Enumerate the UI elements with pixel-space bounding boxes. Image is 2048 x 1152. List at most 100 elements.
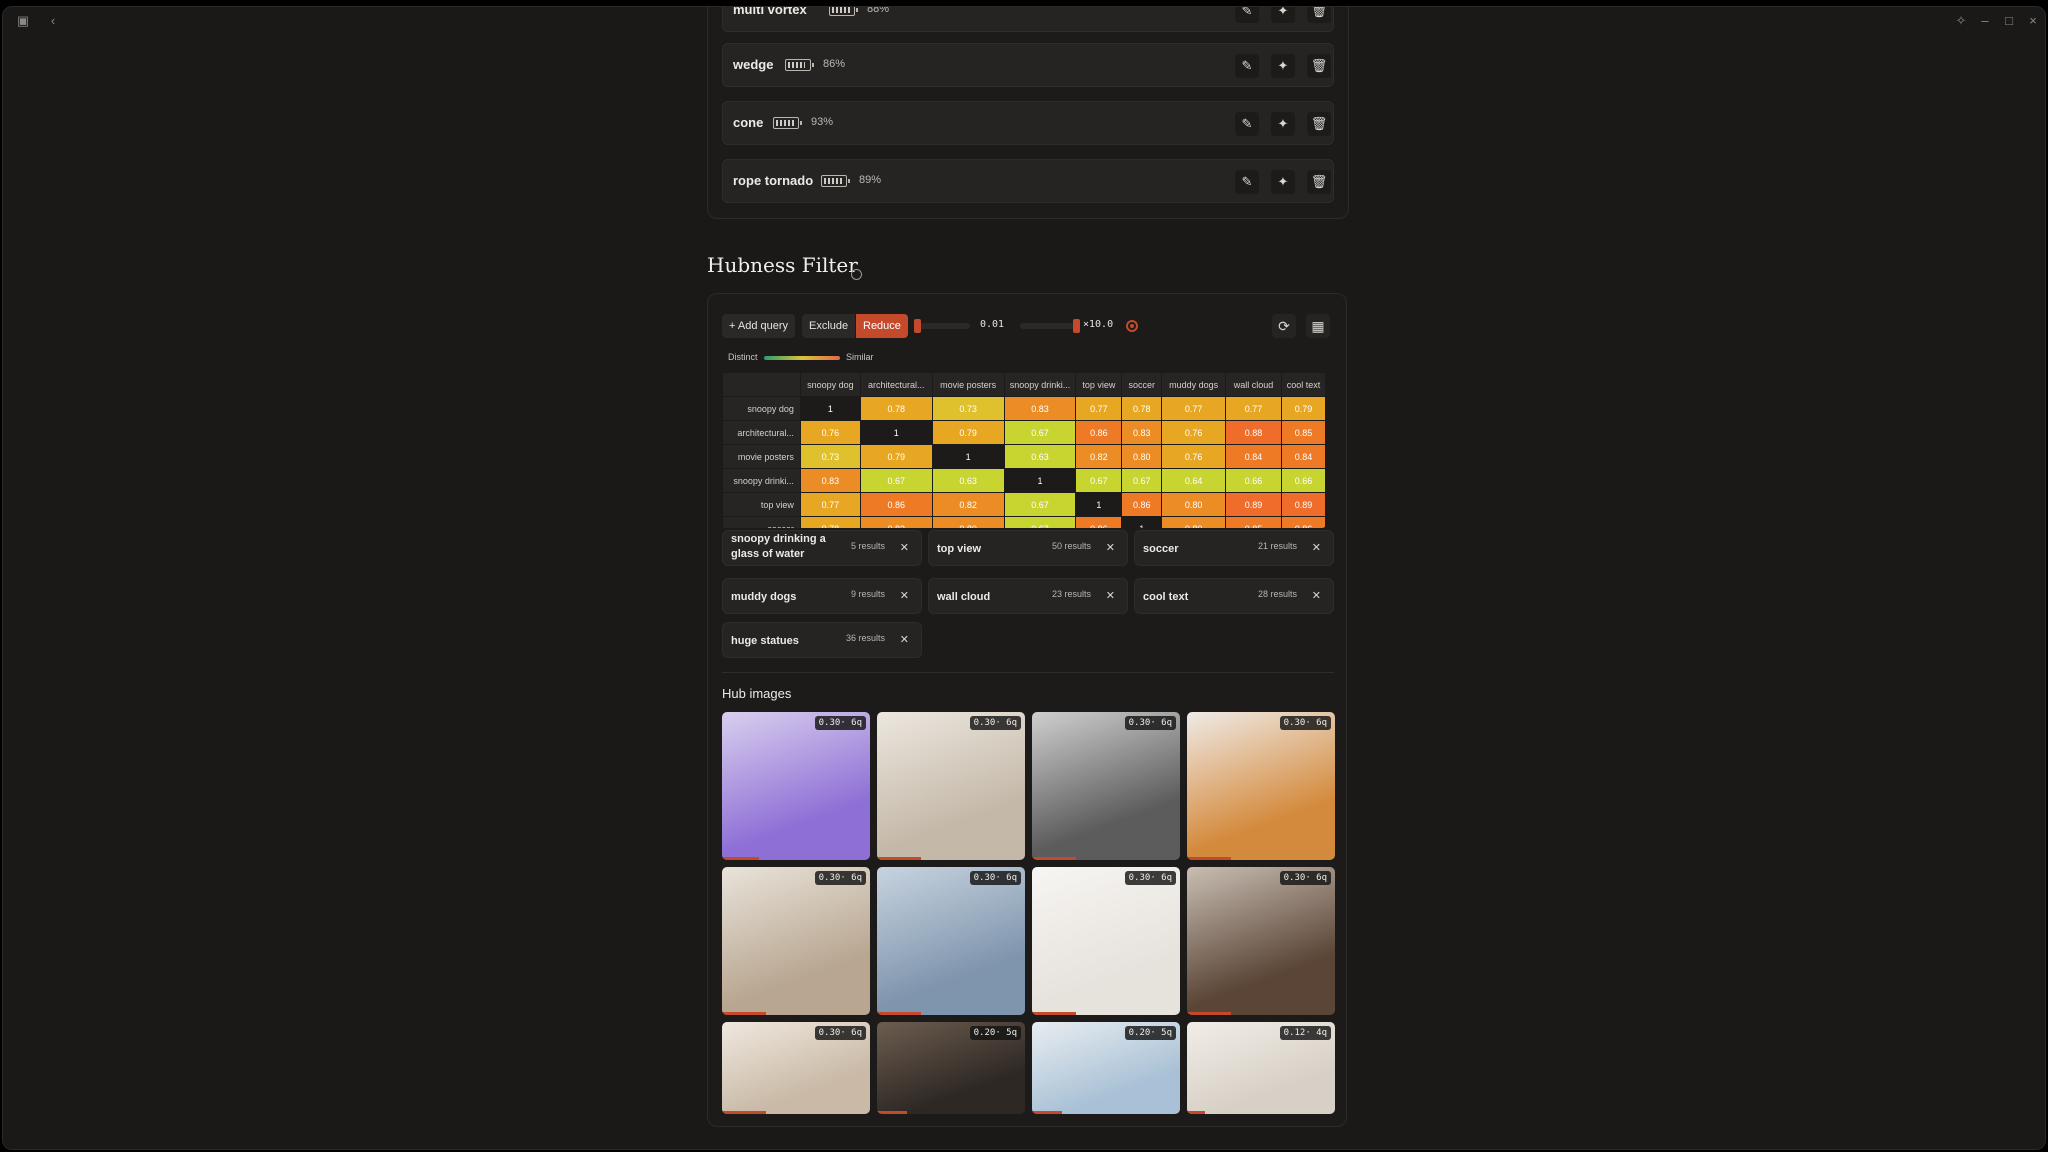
matrix-cell[interactable]: 1 <box>859 420 933 445</box>
edit-icon[interactable]: ✎ <box>1235 7 1259 23</box>
microwave-image[interactable]: 0.30· 6q <box>1032 712 1180 860</box>
matrix-cell[interactable]: 0.67 <box>1121 468 1163 493</box>
matrix-cell[interactable]: 0.80 <box>1121 444 1163 469</box>
threshold-slider[interactable] <box>914 323 970 329</box>
threshold-slider-thumb[interactable] <box>914 319 921 333</box>
matrix-cell[interactable]: 0.86 <box>1280 516 1326 528</box>
query-tag[interactable]: muddy dogs 9 results ✕ <box>722 578 922 614</box>
table-view-icon[interactable]: ▦ <box>1306 314 1330 338</box>
matrix-cell[interactable]: 0.67 <box>1003 492 1077 517</box>
statue-of-liberty-image[interactable]: 0.30· 6q <box>877 867 1025 1015</box>
matrix-cell[interactable]: 1 <box>799 396 861 421</box>
matrix-cell[interactable]: 0.82 <box>1075 444 1123 469</box>
matrix-cell[interactable]: 0.67 <box>1003 516 1077 528</box>
matrix-cell[interactable]: 0.83 <box>859 516 933 528</box>
matrix-cell[interactable]: 0.89 <box>1225 492 1282 517</box>
pin-icon[interactable]: ✦ <box>1271 170 1295 194</box>
remove-query-icon[interactable]: ✕ <box>1312 541 1321 554</box>
matrix-cell[interactable]: 0.80 <box>1161 492 1227 517</box>
refresh-icon[interactable]: ⟳ <box>1272 314 1296 338</box>
matrix-cell[interactable]: 0.73 <box>799 444 861 469</box>
matrix-cell[interactable]: 0.79 <box>931 420 1005 445</box>
pin-icon[interactable]: ✦ <box>1271 112 1295 136</box>
trash-icon[interactable]: 🗑 <box>1307 112 1331 136</box>
matrix-cell[interactable]: 0.67 <box>1003 420 1077 445</box>
dog-on-bed-image[interactable]: 0.12· 4q <box>1187 1022 1335 1114</box>
corgi-image[interactable]: 0.30· 6q <box>1032 867 1180 1015</box>
reduce-button[interactable]: Reduce <box>856 314 908 338</box>
query-tag[interactable]: soccer 21 results ✕ <box>1134 530 1334 566</box>
matrix-cell[interactable]: 0.84 <box>1225 444 1282 469</box>
query-tag[interactable]: cool text 28 results ✕ <box>1134 578 1334 614</box>
matrix-cell[interactable]: 0.78 <box>1121 396 1163 421</box>
matrix-cell[interactable]: 0.80 <box>931 516 1005 528</box>
matrix-cell[interactable]: 1 <box>931 444 1005 469</box>
matrix-cell[interactable]: 0.83 <box>1121 420 1163 445</box>
add-query-button[interactable]: + Add query <box>722 314 796 338</box>
matrix-cell[interactable]: 0.66 <box>1225 468 1282 493</box>
remove-query-icon[interactable]: ✕ <box>900 541 909 554</box>
matrix-cell[interactable]: 0.86 <box>1075 420 1123 445</box>
matrix-cell[interactable]: 0.73 <box>931 396 1005 421</box>
trash-icon[interactable]: 🗑 <box>1307 7 1331 23</box>
matrix-cell[interactable]: 0.85 <box>1225 516 1282 528</box>
matrix-cell[interactable]: 0.88 <box>1225 420 1282 445</box>
trash-icon[interactable]: 🗑 <box>1307 170 1331 194</box>
edit-icon[interactable]: ✎ <box>1235 170 1259 194</box>
matrix-cell[interactable]: 0.77 <box>1075 396 1123 421</box>
matrix-cell[interactable]: 0.89 <box>1280 492 1326 517</box>
pin-icon[interactable]: ✦ <box>1271 7 1295 23</box>
business-men-image[interactable]: 0.20· 5q <box>877 1022 1025 1114</box>
edit-icon[interactable]: ✎ <box>1235 54 1259 78</box>
fox-dog-image[interactable]: 0.30· 6q <box>1187 712 1335 860</box>
remove-query-icon[interactable]: ✕ <box>1106 541 1115 554</box>
remove-query-icon[interactable]: ✕ <box>900 589 909 602</box>
query-tag[interactable]: top view 50 results ✕ <box>928 530 1128 566</box>
matrix-cell[interactable]: 0.67 <box>1075 468 1123 493</box>
matrix-cell[interactable]: 0.67 <box>859 468 933 493</box>
matrix-cell[interactable]: 0.86 <box>859 492 933 517</box>
remove-query-icon[interactable]: ✕ <box>1312 589 1321 602</box>
matrix-cell[interactable]: 0.76 <box>1161 420 1227 445</box>
matrix-cell[interactable]: 1 <box>1003 468 1077 493</box>
matrix-cell[interactable]: 0.76 <box>799 420 861 445</box>
query-tag[interactable]: wall cloud 23 results ✕ <box>928 578 1128 614</box>
matrix-cell[interactable]: 0.63 <box>1003 444 1077 469</box>
matrix-cell[interactable]: 1 <box>1075 492 1123 517</box>
exclude-button[interactable]: Exclude <box>802 314 856 338</box>
matrix-cell[interactable]: 0.63 <box>931 468 1005 493</box>
query-tag[interactable]: snoopy drinking a glass of water 5 result… <box>722 530 922 566</box>
query-tag[interactable]: huge statues 36 results ✕ <box>722 622 922 658</box>
matrix-cell[interactable]: 0.83 <box>1003 396 1077 421</box>
matrix-cell[interactable]: 0.78 <box>859 396 933 421</box>
matrix-cell[interactable]: 0.78 <box>799 516 861 528</box>
matrix-cell[interactable]: 0.86 <box>1121 492 1163 517</box>
pin-icon[interactable]: ✦ <box>1271 54 1295 78</box>
matrix-cell[interactable]: 0.64 <box>1161 468 1227 493</box>
target-icon[interactable] <box>1126 320 1138 332</box>
cat-on-sofa-image[interactable]: 0.30· 6q <box>722 867 870 1015</box>
matrix-cell[interactable]: 0.76 <box>1161 444 1227 469</box>
maine-coon-image[interactable]: 0.30· 6q <box>1187 867 1335 1015</box>
matrix-cell[interactable]: 0.83 <box>799 468 861 493</box>
matrix-cell[interactable]: 0.79 <box>859 444 933 469</box>
matrix-cell[interactable]: 0.77 <box>799 492 861 517</box>
lavender-image[interactable]: 0.30· 6q <box>722 712 870 860</box>
matrix-cell[interactable]: 0.66 <box>1280 468 1326 493</box>
trash-icon[interactable]: 🗑 <box>1307 54 1331 78</box>
matrix-cell[interactable]: 0.79 <box>1280 396 1326 421</box>
matrix-cell[interactable]: 0.84 <box>1280 444 1326 469</box>
multiplier-slider-thumb[interactable] <box>1073 319 1080 333</box>
info-icon[interactable] <box>851 269 862 280</box>
cat-with-note-image[interactable]: 0.30· 6q <box>722 1022 870 1114</box>
edit-icon[interactable]: ✎ <box>1235 112 1259 136</box>
multiplier-slider[interactable] <box>1020 323 1074 329</box>
matrix-cell[interactable]: 1 <box>1121 516 1163 528</box>
matrix-cell[interactable]: 0.85 <box>1280 420 1326 445</box>
snowy-trees-image[interactable]: 0.20· 5q <box>1032 1022 1180 1114</box>
matrix-cell[interactable]: 0.80 <box>1161 516 1227 528</box>
matrix-cell[interactable]: 0.82 <box>931 492 1005 517</box>
matrix-cell[interactable]: 0.77 <box>1225 396 1282 421</box>
remove-query-icon[interactable]: ✕ <box>1106 589 1115 602</box>
kitchen-image[interactable]: 0.30· 6q <box>877 712 1025 860</box>
